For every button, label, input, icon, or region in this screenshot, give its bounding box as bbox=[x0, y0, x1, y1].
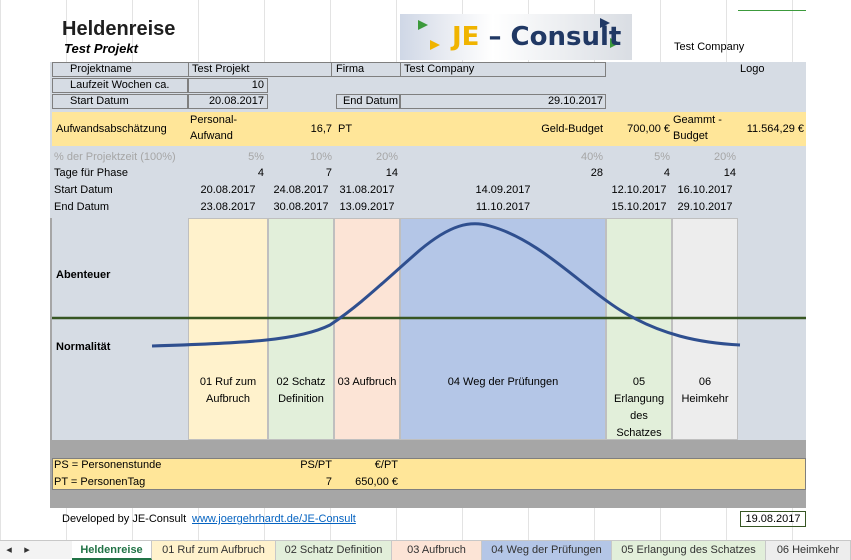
company-top: Test Company bbox=[674, 41, 745, 53]
legend-ps-pt-value[interactable]: 7 bbox=[268, 475, 332, 489]
days-cell: 4 bbox=[663, 167, 670, 179]
start-date-cell: 14.09.2017 bbox=[475, 184, 531, 196]
tab-aufbruch[interactable]: 03 Aufbruch bbox=[392, 541, 482, 560]
phase-label-5: 05 Erlangung des Schatzes bbox=[614, 376, 665, 439]
phase-start-label: Start Datum bbox=[54, 184, 113, 196]
percent-cell: 20% bbox=[375, 151, 398, 163]
percent-cell: 5% bbox=[248, 151, 264, 163]
phase-end-label: End Datum bbox=[54, 201, 110, 213]
start-date-cell: 20.08.2017 bbox=[200, 184, 256, 196]
website-link[interactable]: www.joergehrhardt.de/JE-Consult bbox=[192, 512, 356, 526]
gesamt-value: 11.564,29 € bbox=[746, 123, 804, 135]
phase-label-3: 03 Aufbruch bbox=[337, 376, 397, 388]
legend-ps: PS = Personenstunde bbox=[54, 459, 162, 471]
pt-unit: PT bbox=[338, 123, 353, 135]
tab-heldenreise[interactable]: Heldenreise bbox=[72, 541, 152, 560]
developed-by: Developed by JE-Consult bbox=[62, 513, 187, 525]
phase-label-6: 06 Heimkehr bbox=[681, 376, 729, 405]
phase-label-1: 01 Ruf zum Aufbruch bbox=[199, 376, 257, 405]
normalitaet-label: Normalität bbox=[56, 341, 111, 353]
tab-heimkehr[interactable]: 06 Heimkehr bbox=[766, 541, 851, 560]
legend-area bbox=[52, 458, 806, 490]
tab-erlangung-des-schatzes[interactable]: 05 Erlangung des Schatzes bbox=[612, 541, 766, 560]
personal-label: Personal-Aufwand bbox=[190, 114, 238, 142]
percent-cell: 20% bbox=[713, 151, 736, 163]
phase-label-2: 02 Schatz Definition bbox=[276, 376, 326, 405]
tab-scroll-right-icon[interactable]: ▸ bbox=[18, 541, 36, 560]
end-date-cell: 23.08.2017 bbox=[200, 201, 256, 213]
percent-cell: 40% bbox=[580, 151, 603, 163]
legend-ps-pt: PS/PT bbox=[300, 459, 332, 471]
tab-scroll-left-icon[interactable]: ◂ bbox=[0, 541, 18, 560]
laufzeit-label: Laufzeit Wochen ca. bbox=[70, 79, 170, 91]
end-date-cell: 13.09.2017 bbox=[339, 201, 395, 213]
logo-image: JE – Consult bbox=[400, 14, 632, 60]
percent-cell: 10% bbox=[309, 151, 332, 163]
tab-ruf-zum-aufbruch[interactable]: 01 Ruf zum Aufbruch bbox=[152, 541, 276, 560]
logo-label: Logo bbox=[740, 63, 765, 75]
legend-eur-pt: €/PT bbox=[374, 459, 398, 471]
firma-label: Firma bbox=[336, 63, 365, 75]
days-cell: 4 bbox=[257, 167, 264, 179]
start-value[interactable]: 20.08.2017 bbox=[188, 94, 264, 108]
days-cell: 14 bbox=[723, 167, 736, 179]
phase-col-4 bbox=[400, 218, 606, 440]
abenteuer-label: Abenteuer bbox=[56, 269, 111, 281]
laufzeit-value[interactable]: 10 bbox=[188, 78, 264, 92]
page-title: Heldenreise bbox=[62, 18, 176, 40]
budget-value[interactable]: 700,00 € bbox=[606, 122, 670, 136]
percent-cell: 5% bbox=[654, 151, 670, 163]
start-date-cell: 24.08.2017 bbox=[273, 184, 329, 196]
footer-date: 19.08.2017 bbox=[740, 511, 806, 527]
end-date-cell: 29.10.2017 bbox=[677, 201, 733, 213]
days-cell: 28 bbox=[590, 167, 603, 179]
budget-label: Geld-Budget bbox=[541, 123, 603, 135]
firma-value[interactable]: Test Company bbox=[404, 62, 474, 76]
end-date-cell: 15.10.2017 bbox=[611, 201, 667, 213]
legend-eur-pt-value[interactable]: 650,00 € bbox=[334, 475, 398, 489]
days-label: Tage für Phase bbox=[54, 167, 128, 179]
days-cell: 14 bbox=[385, 167, 398, 179]
days-cell: 7 bbox=[325, 167, 332, 179]
end-label: End Datum bbox=[342, 95, 398, 107]
legend-pt: PT = PersonenTag bbox=[54, 476, 146, 488]
spreadsheet[interactable]: Heldenreise Test Projekt JE – Consult Te… bbox=[0, 0, 851, 540]
aufwand-label: Aufwandsabschätzung bbox=[56, 123, 167, 135]
start-date-cell: 31.08.2017 bbox=[339, 184, 395, 196]
page-subtitle: Test Projekt bbox=[64, 41, 138, 56]
start-date-cell: 12.10.2017 bbox=[611, 184, 667, 196]
personal-value: 16,7 bbox=[310, 123, 332, 135]
phase-label-4: 04 Weg der Prüfungen bbox=[447, 376, 559, 388]
end-value[interactable]: 29.10.2017 bbox=[400, 94, 603, 108]
start-date-cell: 16.10.2017 bbox=[677, 184, 733, 196]
projektname-value[interactable]: Test Projekt bbox=[192, 62, 249, 76]
start-label: Start Datum bbox=[70, 95, 129, 107]
gesamt-label: Geammt - Budget bbox=[673, 114, 722, 142]
projektname-label: Projektname bbox=[70, 63, 132, 75]
end-date-cell: 11.10.2017 bbox=[475, 201, 531, 213]
tab-weg-der-pruefungen[interactable]: 04 Weg der Prüfungen bbox=[482, 541, 612, 560]
sheet-tabs: ◂ ▸ Heldenreise 01 Ruf zum Aufbruch 02 S… bbox=[0, 540, 851, 560]
end-date-cell: 30.08.2017 bbox=[273, 201, 329, 213]
logo-box bbox=[738, 10, 806, 62]
phase-col-3 bbox=[334, 218, 400, 440]
percent-label: % der Projektzeit (100%) bbox=[54, 151, 176, 163]
tab-schatz-definition[interactable]: 02 Schatz Definition bbox=[276, 541, 392, 560]
